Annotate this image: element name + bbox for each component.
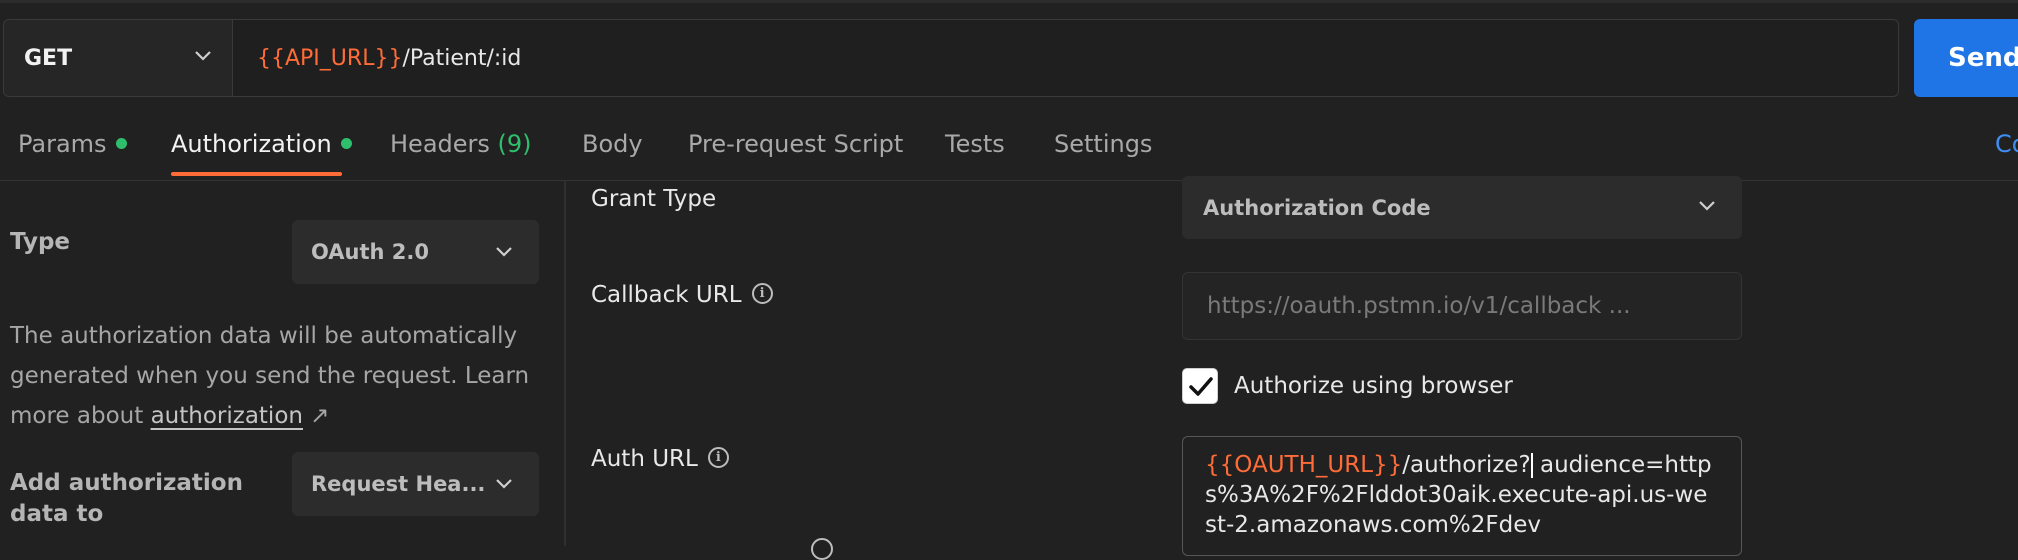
tab-label: Tests: [945, 130, 1005, 158]
panel-divider: [564, 181, 566, 546]
auth-url-input[interactable]: {{OAUTH_URL}}/authorize? audience=https%…: [1182, 436, 1742, 556]
tab-tests[interactable]: Tests: [945, 130, 1005, 158]
add-auth-to-select[interactable]: Request Hea...: [292, 452, 539, 516]
auth-url-label: Auth URL: [591, 446, 698, 472]
chevron-down-icon: [496, 479, 512, 489]
callback-url-label-row: Callback URL i: [591, 282, 773, 308]
tab-pre-request-script[interactable]: Pre-request Script: [688, 130, 903, 158]
type-label: Type: [10, 229, 71, 255]
grant-type-value: Authorization Code: [1203, 195, 1431, 220]
url-input[interactable]: {{API_URL}}/Patient/:id: [233, 20, 1898, 96]
tab-label: Settings: [1054, 130, 1153, 158]
active-tab-indicator: [171, 172, 342, 176]
auth-type-value: OAuth 2.0: [311, 240, 429, 264]
window-top-border: [0, 0, 2018, 3]
tab-headers[interactable]: Headers (9): [390, 130, 532, 158]
authorize-browser-checkbox[interactable]: [1182, 368, 1218, 404]
checkmark-icon: [1189, 377, 1213, 396]
auth-url-path: /authorize?: [1402, 452, 1531, 478]
cookies-link[interactable]: Co: [1995, 130, 2018, 158]
chevron-down-icon: [496, 247, 512, 257]
grant-type-select[interactable]: Authorization Code: [1182, 176, 1742, 239]
headers-count: (9): [497, 130, 532, 158]
callback-url-label: Callback URL: [591, 282, 742, 308]
text-cursor: [1530, 453, 1533, 478]
auth-url-variable: {{OAUTH_URL}}: [1205, 452, 1403, 478]
request-tabs: Params Authorization Headers (9) Body Pr…: [0, 118, 2018, 180]
send-button[interactable]: Send: [1914, 19, 2018, 97]
tab-label: Pre-request Script: [688, 130, 904, 158]
tab-label: Authorization: [171, 130, 332, 158]
chevron-down-icon: [1699, 201, 1715, 211]
tab-label: Headers: [390, 130, 490, 158]
authorization-learn-link[interactable]: authorization: [151, 403, 303, 429]
auth-description: The authorization data will be automatic…: [10, 316, 540, 436]
tab-label: Params: [18, 130, 107, 158]
chevron-down-icon: [195, 51, 211, 61]
tab-authorization[interactable]: Authorization: [171, 130, 352, 158]
external-link-icon: ↗: [310, 403, 330, 429]
grant-type-label: Grant Type: [591, 186, 717, 212]
status-dot: [115, 137, 127, 149]
info-icon[interactable]: i: [707, 447, 729, 468]
callback-url-input[interactable]: https://oauth.pstmn.io/v1/callback ...: [1182, 272, 1742, 340]
method-select[interactable]: GET: [4, 20, 233, 96]
tab-label: Body: [582, 130, 643, 158]
status-dot: [340, 137, 352, 149]
auth-type-select[interactable]: OAuth 2.0: [292, 220, 539, 284]
request-bar: GET {{API_URL}}/Patient/:id: [3, 19, 1899, 97]
tab-body[interactable]: Body: [582, 130, 643, 158]
url-path: /Patient/:id: [402, 45, 522, 71]
method-label: GET: [24, 45, 73, 71]
url-variable: {{API_URL}}: [257, 45, 403, 71]
callback-url-placeholder: https://oauth.pstmn.io/v1/callback ...: [1207, 293, 1631, 319]
add-auth-to-label: Add authorization data to: [10, 470, 243, 527]
authorize-browser-label[interactable]: Authorize using browser: [1234, 373, 1513, 399]
info-icon[interactable]: [811, 538, 833, 560]
tab-params[interactable]: Params: [18, 130, 127, 158]
tab-settings[interactable]: Settings: [1054, 130, 1152, 158]
auth-url-label-row: Auth URL i: [591, 446, 729, 472]
info-icon[interactable]: i: [751, 283, 773, 304]
add-auth-to-value: Request Hea...: [311, 472, 486, 496]
